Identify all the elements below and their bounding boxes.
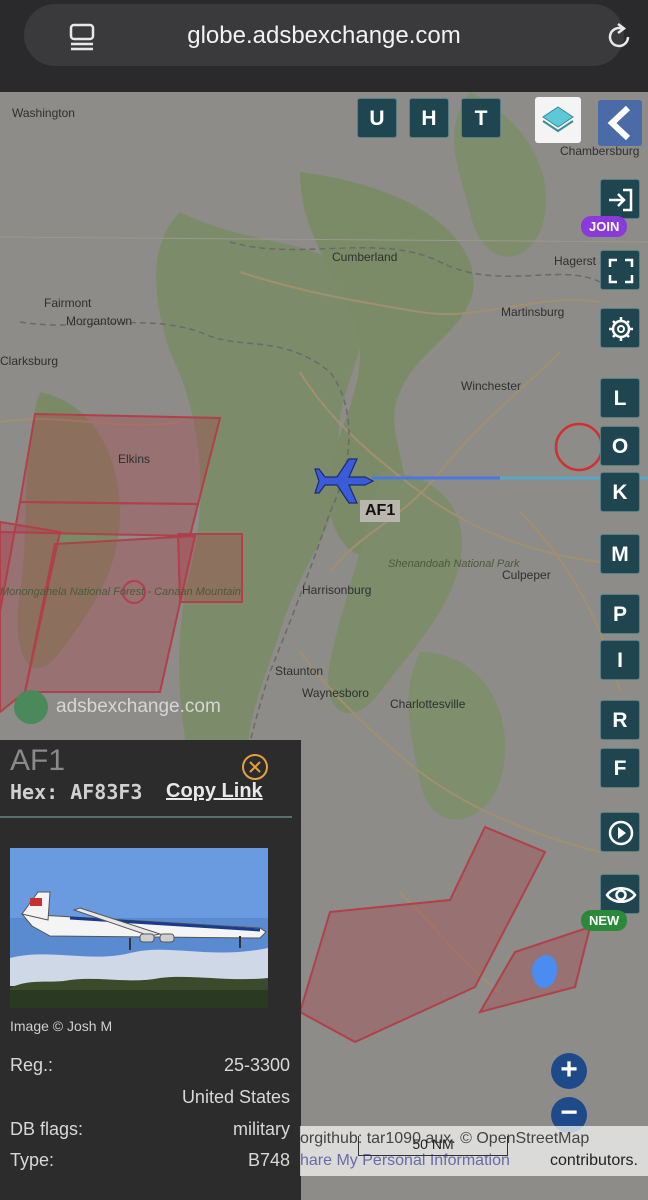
reload-icon[interactable] (604, 22, 634, 52)
fullscreen-button[interactable] (600, 250, 640, 290)
i-button[interactable]: I (600, 640, 640, 680)
place-label: Elkins (118, 452, 151, 466)
place-label: Chambersburg (560, 144, 640, 158)
place-label: Fairmont (44, 296, 92, 310)
park-label: Shenandoah National Park (388, 558, 520, 570)
row-key: DB flags: (10, 1119, 84, 1139)
divider (0, 816, 292, 818)
join-badge[interactable]: JOIN (581, 216, 628, 237)
place-label: Morgantown (66, 314, 133, 328)
o-button[interactable]: O (600, 426, 640, 466)
aircraft-label[interactable]: AF1 (360, 500, 401, 522)
row-key: Reg.: (10, 1055, 54, 1075)
row-value: military (233, 1119, 290, 1139)
place-label: Charlottesville (390, 697, 466, 711)
login-icon (609, 188, 633, 212)
r-button[interactable]: R (600, 700, 640, 740)
row-key: Type: (10, 1150, 55, 1170)
place-label: Staunton (275, 664, 324, 678)
zoom-in-button[interactable]: + (551, 1053, 587, 1089)
t-button[interactable]: T (461, 98, 501, 138)
browser-toolbar: globe.adsbexchange.com (0, 0, 648, 92)
place-label: Winchester (461, 379, 522, 393)
hex-value: AF83F3 (70, 780, 143, 804)
row-value: United States (181, 1087, 290, 1107)
eye-icon (605, 887, 637, 903)
replay-icon (608, 820, 634, 846)
place-label: Martinsburg (501, 305, 565, 319)
visibility-button[interactable] (600, 874, 640, 914)
hex-label: Hex: (10, 780, 59, 804)
u-button[interactable]: U (357, 98, 397, 138)
settings-button[interactable] (600, 308, 640, 348)
aircraft-info-panel: AF1 Hex: AF83F3 Copy Link Image © Josh M… (0, 740, 301, 1200)
l-button[interactable]: L (600, 378, 640, 418)
replay-button[interactable] (600, 812, 640, 852)
scale-bar: 50 NM (358, 1136, 508, 1156)
callsign: AF1 (10, 744, 66, 777)
chevron-left-icon (607, 105, 631, 141)
login-button[interactable] (600, 179, 640, 219)
m-button[interactable]: M (600, 534, 640, 574)
hex-row: Hex: AF83F3 (10, 780, 142, 804)
map-view[interactable]: Washington Chambersburg Cumberland Morga… (0, 92, 648, 1200)
place-label: Clarksburg (0, 354, 59, 368)
image-credit: Image © Josh M (10, 1018, 113, 1034)
p-button[interactable]: P (600, 594, 640, 634)
url-text[interactable]: globe.adsbexchange.com (24, 22, 624, 50)
f-button[interactable]: F (600, 748, 640, 788)
contributors-text: contributors. (549, 1152, 638, 1169)
place-label: Cumberland (332, 250, 398, 264)
k-button[interactable]: K (600, 472, 640, 512)
close-icon[interactable] (240, 752, 270, 782)
gear-icon (609, 317, 633, 341)
place-label: Hagerst (554, 254, 597, 268)
address-bar[interactable]: globe.adsbexchange.com (24, 4, 630, 66)
place-label: Culpeper (502, 568, 551, 582)
layers-button[interactable] (535, 97, 581, 143)
row-value: 25-3300 (223, 1055, 290, 1075)
h-button[interactable]: H (409, 98, 449, 138)
collapse-sidebar-button[interactable] (598, 100, 642, 146)
layers-icon (542, 106, 574, 133)
row-value: B748 (247, 1150, 290, 1170)
copy-link-button[interactable]: Copy Link (166, 780, 263, 803)
place-label: Harrisonburg (302, 583, 372, 597)
fullscreen-icon (608, 258, 634, 284)
aircraft-photo[interactable] (10, 848, 268, 1008)
place-label: Washington (12, 106, 75, 120)
place-label: Waynesboro (302, 686, 369, 700)
watermark: adsbexchange.com (14, 690, 221, 724)
new-badge: NEW (581, 910, 628, 931)
park-label: Monongahela National Forest - Canaan Mou… (0, 586, 241, 598)
adsbx-logo-icon (14, 690, 48, 724)
